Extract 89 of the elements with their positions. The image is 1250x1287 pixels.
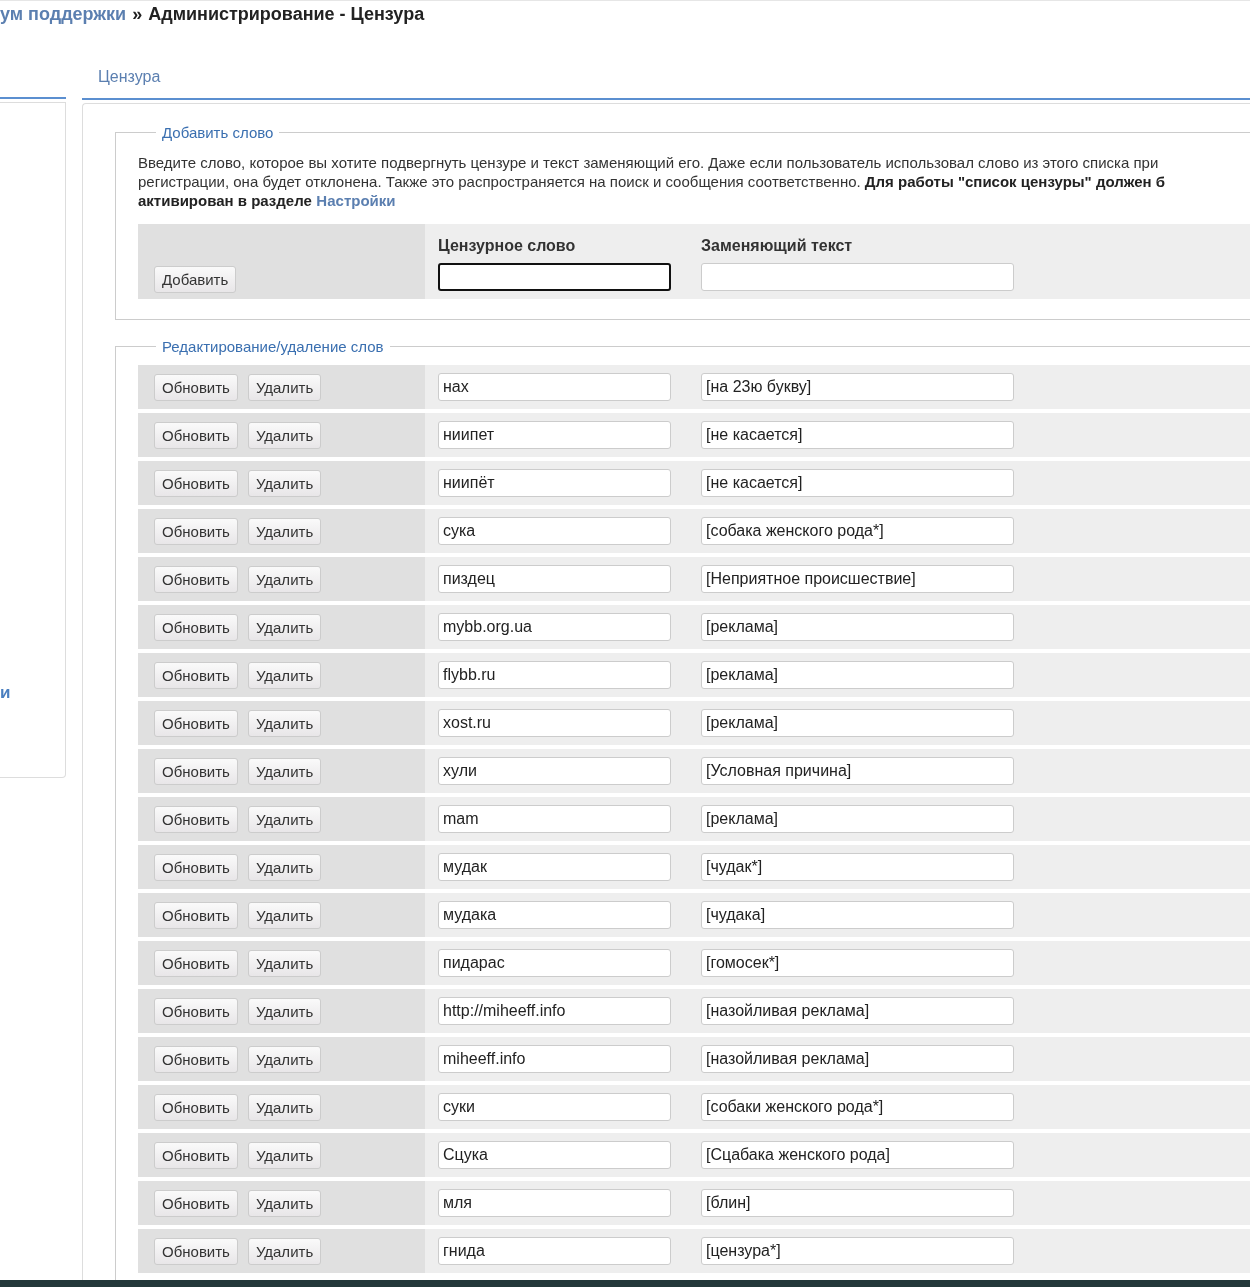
- replacement-field[interactable]: [Сцабака женского рода]: [701, 1141, 1014, 1169]
- replacement-field[interactable]: [реклама]: [701, 709, 1014, 737]
- delete-button[interactable]: Удалить: [247, 661, 322, 689]
- update-button[interactable]: Обновить: [154, 1093, 238, 1121]
- update-button[interactable]: Обновить: [154, 709, 238, 737]
- delete-button[interactable]: Удалить: [247, 1045, 322, 1073]
- word-field[interactable]: mam: [438, 805, 671, 833]
- replacement-field[interactable]: [чудака]: [701, 901, 1014, 929]
- word-field[interactable]: пиздец: [438, 565, 671, 593]
- update-button[interactable]: Обновить: [154, 1045, 238, 1073]
- replacement-field[interactable]: [цензура*]: [701, 1237, 1014, 1265]
- delete-button[interactable]: Удалить: [247, 1237, 322, 1265]
- replacement-field[interactable]: [не касается]: [701, 421, 1014, 449]
- word-field[interactable]: miheeff.info: [438, 1045, 671, 1073]
- word-field[interactable]: суки: [438, 1093, 671, 1121]
- delete-button[interactable]: Удалить: [247, 805, 322, 833]
- word-field[interactable]: Сцука: [438, 1141, 671, 1169]
- delete-button[interactable]: Удалить: [247, 1093, 322, 1121]
- word-field[interactable]: мля: [438, 1189, 671, 1217]
- replacement-field[interactable]: [реклама]: [701, 661, 1014, 689]
- delete-button[interactable]: Удалить: [247, 421, 322, 449]
- add-button[interactable]: Добавить: [154, 266, 237, 293]
- delete-button[interactable]: Удалить: [247, 997, 322, 1025]
- delete-button[interactable]: Удалить: [247, 1189, 322, 1217]
- word-field[interactable]: пидарас: [438, 949, 671, 977]
- update-button[interactable]: Обновить: [154, 565, 238, 593]
- replacement-field[interactable]: [Неприятное происшествие]: [701, 565, 1014, 593]
- replacement-field[interactable]: [на 23ю букву]: [701, 373, 1014, 401]
- delete-button[interactable]: Удалить: [247, 709, 322, 737]
- word-field[interactable]: хули: [438, 757, 671, 785]
- replacement-field[interactable]: [реклама]: [701, 805, 1014, 833]
- replacement-field[interactable]: [Условная причина]: [701, 757, 1014, 785]
- update-button[interactable]: Обновить: [154, 805, 238, 833]
- fieldset-legend: Добавить слово: [156, 124, 280, 141]
- replacement-field[interactable]: [назойливая реклама]: [701, 997, 1014, 1025]
- breadcrumb-link[interactable]: ум поддержки: [0, 4, 127, 25]
- word-field[interactable]: http://miheeff.info: [438, 997, 671, 1025]
- update-button[interactable]: Обновить: [154, 661, 238, 689]
- update-button[interactable]: Обновить: [154, 613, 238, 641]
- update-button[interactable]: Обновить: [154, 1189, 238, 1217]
- replacement-field[interactable]: [собака женского рода*]: [701, 517, 1014, 545]
- replacement-field[interactable]: [собаки женского рода*]: [701, 1093, 1014, 1121]
- update-button[interactable]: Обновить: [154, 517, 238, 545]
- delete-button[interactable]: Удалить: [247, 1141, 322, 1169]
- breadcrumb-separator: »: [132, 4, 143, 25]
- settings-link[interactable]: Настройки: [316, 192, 396, 209]
- breadcrumb-current: Администрирование - Цензура: [148, 4, 425, 25]
- column-header: Заменяющий текст: [701, 237, 854, 255]
- update-button[interactable]: Обновить: [154, 853, 238, 881]
- sidebar-link[interactable]: и: [0, 683, 11, 703]
- replacement-field[interactable]: [назойливая реклама]: [701, 1045, 1014, 1073]
- word-field[interactable]: нах: [438, 373, 671, 401]
- replacement-field[interactable]: [блин]: [701, 1189, 1014, 1217]
- delete-button[interactable]: Удалить: [247, 565, 322, 593]
- word-field[interactable]: мудака: [438, 901, 671, 929]
- update-button[interactable]: Обновить: [154, 901, 238, 929]
- replacement-field[interactable]: [чудак*]: [701, 853, 1014, 881]
- update-button[interactable]: Обновить: [154, 1237, 238, 1265]
- word-field[interactable]: мудак: [438, 853, 671, 881]
- delete-button[interactable]: Удалить: [247, 613, 322, 641]
- replacement-field[interactable]: [не касается]: [701, 469, 1014, 497]
- replacement-field[interactable]: [реклама]: [701, 613, 1014, 641]
- delete-button[interactable]: Удалить: [247, 373, 322, 401]
- word-field[interactable]: mybb.org.ua: [438, 613, 671, 641]
- update-button[interactable]: Обновить: [154, 421, 238, 449]
- description-text: Введите слово, которое вы хотите подвергнуть цензуре и текст заменяющий его. Даже если пользователь использовал слово из этого списка при регистрации, она будет отклонена. Также это распространяется на поиск и сообщения соответственно. Для работы "список цензуры" должен б активирован в разделе Настройки: [138, 153, 1166, 210]
- update-button[interactable]: Обновить: [154, 949, 238, 977]
- word-field[interactable]: гнида: [438, 1237, 671, 1265]
- update-button[interactable]: Обновить: [154, 469, 238, 497]
- delete-button[interactable]: Удалить: [247, 853, 322, 881]
- delete-button[interactable]: Удалить: [247, 517, 322, 545]
- word-field[interactable]: ниипет: [438, 421, 671, 449]
- delete-button[interactable]: Удалить: [247, 757, 322, 785]
- replacement-field[interactable]: [гомосек*]: [701, 949, 1014, 977]
- word-field[interactable]: flybb.ru: [438, 661, 671, 689]
- update-button[interactable]: Обновить: [154, 757, 238, 785]
- column-header: Цензурное слово: [438, 237, 577, 255]
- input-field[interactable]: [438, 263, 671, 291]
- delete-button[interactable]: Удалить: [247, 901, 322, 929]
- tab[interactable]: Цензура: [82, 68, 177, 98]
- update-button[interactable]: Обновить: [154, 373, 238, 401]
- delete-button[interactable]: Удалить: [247, 469, 322, 497]
- word-field[interactable]: сука: [438, 517, 671, 545]
- update-button[interactable]: Обновить: [154, 1141, 238, 1169]
- delete-button[interactable]: Удалить: [247, 949, 322, 977]
- update-button[interactable]: Обновить: [154, 997, 238, 1025]
- word-field[interactable]: ниипёт: [438, 469, 671, 497]
- word-field[interactable]: xost.ru: [438, 709, 671, 737]
- fieldset-legend: Редактирование/удаление слов: [156, 338, 390, 355]
